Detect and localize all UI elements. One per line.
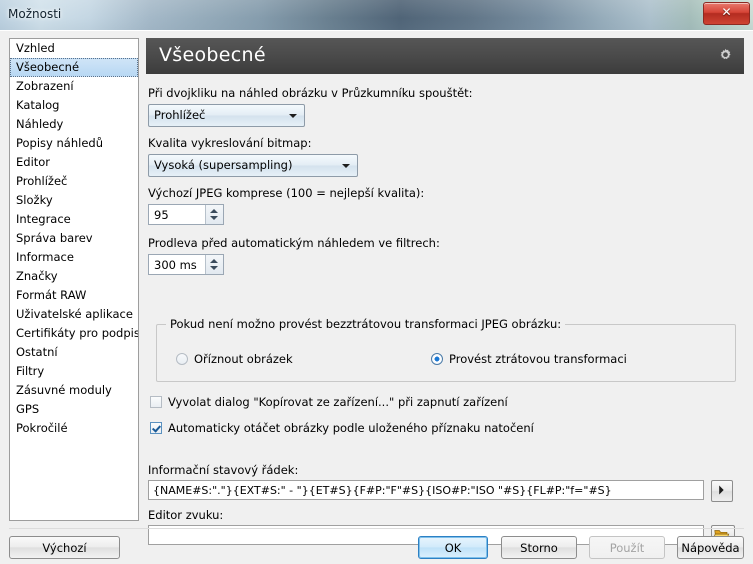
jpeg-compression-label: Výchozí JPEG komprese (100 = nejlepší kv… <box>148 186 425 200</box>
title-bar: Možnosti ✕ <box>0 0 753 31</box>
radio-lossy-transform-label: Provést ztrátovou transformaci <box>449 352 627 366</box>
radio-indicator <box>431 353 443 365</box>
sidebar-item-20[interactable]: Pokročilé <box>10 419 138 438</box>
sidebar-item-label: Všeobecné <box>16 60 80 74</box>
sidebar-item-label: Ostatní <box>16 345 58 359</box>
sidebar-item-label: GPS <box>16 402 40 416</box>
options-dialog: Možnosti ✕ Vzhled Všeobecné Zobrazení Katal… <box>0 0 753 564</box>
dialog-body: Vzhled Všeobecné Zobrazení Katalog Náhledy Po… <box>0 30 753 564</box>
sidebar-item-label: Popisy náhledů <box>16 136 103 150</box>
stepper-down-icon[interactable] <box>210 216 218 220</box>
sidebar-item-label: Uživatelské aplikace <box>16 307 133 321</box>
window-title: Možnosti <box>8 7 62 21</box>
checkbox-indicator <box>150 396 162 408</box>
play-arrow-icon <box>719 485 724 495</box>
sidebar-item-17[interactable]: Filtry <box>10 362 138 381</box>
ok-button[interactable]: OK <box>418 536 488 559</box>
radio-indicator <box>176 353 188 365</box>
sidebar-item-label: Náhledy <box>16 117 64 131</box>
sidebar-item-label: Zásuvné moduly <box>16 383 112 397</box>
sidebar-item-7[interactable]: Prohlížeč <box>10 172 138 191</box>
chevron-down-icon <box>342 164 350 168</box>
sidebar-item-19[interactable]: GPS <box>10 400 138 419</box>
sidebar-item-3[interactable]: Katalog <box>10 96 138 115</box>
defaults-button[interactable]: Výchozí <box>9 536 120 559</box>
sidebar-item-15[interactable]: Certifikáty pro podpis <box>10 324 138 343</box>
sidebar-item-label: Složky <box>16 193 53 207</box>
sidebar-item-11[interactable]: Informace <box>10 248 138 267</box>
filter-delay-label: Prodleva před automatickým náhledem ve f… <box>148 236 440 250</box>
sidebar-item-4[interactable]: Náhledy <box>10 115 138 134</box>
cancel-button[interactable]: Storno <box>501 536 577 559</box>
sidebar-item-label: Filtry <box>16 364 45 378</box>
sidebar-item-label: Značky <box>16 269 58 283</box>
apply-button[interactable]: Použít <box>589 536 665 559</box>
sidebar-item-5[interactable]: Popisy náhledů <box>10 134 138 153</box>
sidebar-item-2[interactable]: Zobrazení <box>10 77 138 96</box>
jpeg-compression-stepper[interactable]: 95 <box>148 204 224 225</box>
status-line-label: Informační stavový řádek: <box>148 463 299 477</box>
sidebar-item-16[interactable]: Ostatní <box>10 343 138 362</box>
sidebar-item-label: Informace <box>16 250 74 264</box>
chevron-down-icon <box>289 114 297 118</box>
sidebar-item-10[interactable]: Správa barev <box>10 229 138 248</box>
sidebar-item-9[interactable]: Integrace <box>10 210 138 229</box>
stepper-up-icon[interactable] <box>210 209 218 213</box>
sidebar-item-8[interactable]: Složky <box>10 191 138 210</box>
filter-delay-value: 300 ms <box>154 258 197 272</box>
sidebar-item-label: Katalog <box>16 98 60 112</box>
bitmap-quality-label: Kvalita vykreslování bitmap: <box>148 136 312 150</box>
close-button[interactable]: ✕ <box>703 2 750 25</box>
sidebar-item-0[interactable]: Vzhled <box>10 39 138 58</box>
status-line-input[interactable]: {NAME#S:"."}{EXT#S:" - "}{ET#S}{F#P:"F"#… <box>148 480 704 500</box>
bitmap-quality-combo[interactable]: Vysoká (supersampling) <box>148 154 358 177</box>
stepper-buttons[interactable] <box>205 255 223 274</box>
sidebar-item-label: Prohlížeč <box>16 174 68 188</box>
sidebar-item-label: Editor <box>16 155 51 169</box>
checkbox-auto-rotate-label: Automaticky otáčet obrázky podle uložené… <box>168 421 534 435</box>
sidebar-item-14[interactable]: Uživatelské aplikace <box>10 305 138 324</box>
settings-panel: Všeobecné Při dvojkliku na náhled obrázk… <box>146 38 744 547</box>
page-title: Všeobecné <box>159 44 266 66</box>
sidebar-item-1[interactable]: Všeobecné <box>10 58 138 77</box>
filter-delay-stepper[interactable]: 300 ms <box>148 254 224 275</box>
close-icon: ✕ <box>721 5 732 19</box>
sidebar-item-label: Pokročilé <box>16 421 68 435</box>
radio-crop-image-label: Oříznout obrázek <box>194 352 293 366</box>
gear-icon[interactable] <box>718 48 733 63</box>
doubleclick-value: Prohlížeč <box>154 108 206 122</box>
sound-editor-label: Editor zvuku: <box>148 508 224 522</box>
doubleclick-label: Při dvojkliku na náhled obrázku v Průzku… <box>148 86 473 100</box>
panel-header: Všeobecné <box>146 38 744 74</box>
stepper-buttons[interactable] <box>205 205 223 224</box>
help-button[interactable]: Nápověda <box>677 536 744 559</box>
category-list[interactable]: Vzhled Všeobecné Zobrazení Katalog Náhledy Po… <box>9 38 139 521</box>
footer-divider <box>9 528 744 529</box>
sidebar-item-12[interactable]: Značky <box>10 267 138 286</box>
status-line-value: {NAME#S:"."}{EXT#S:" - "}{ET#S}{F#P:"F"#… <box>153 484 612 497</box>
stepper-down-icon[interactable] <box>210 266 218 270</box>
sidebar-item-label: Správa barev <box>16 231 93 245</box>
sidebar-item-label: Formát RAW <box>16 288 87 302</box>
stepper-up-icon[interactable] <box>210 259 218 263</box>
sidebar-item-label: Integrace <box>16 212 71 226</box>
lossless-transform-group-title: Pokud není možno provést bezztrátovou tr… <box>166 317 566 331</box>
checkbox-indicator <box>150 422 162 434</box>
sidebar-item-13[interactable]: Formát RAW <box>10 286 138 305</box>
sidebar-item-label: Vzhled <box>16 41 55 55</box>
sidebar-item-label: Zobrazení <box>16 79 74 93</box>
lossless-transform-group: Pokud není možno provést bezztrátovou tr… <box>156 317 736 382</box>
status-line-menu-button[interactable] <box>711 480 733 502</box>
checkbox-copy-from-device-label: Vyvolat dialog "Kopírovat ze zařízení...… <box>168 395 508 409</box>
jpeg-compression-value: 95 <box>154 208 169 222</box>
sidebar-item-6[interactable]: Editor <box>10 153 138 172</box>
doubleclick-combo[interactable]: Prohlížeč <box>148 104 305 127</box>
sidebar-item-18[interactable]: Zásuvné moduly <box>10 381 138 400</box>
bitmap-quality-value: Vysoká (supersampling) <box>154 158 293 172</box>
sidebar-item-label: Certifikáty pro podpis <box>16 326 139 340</box>
